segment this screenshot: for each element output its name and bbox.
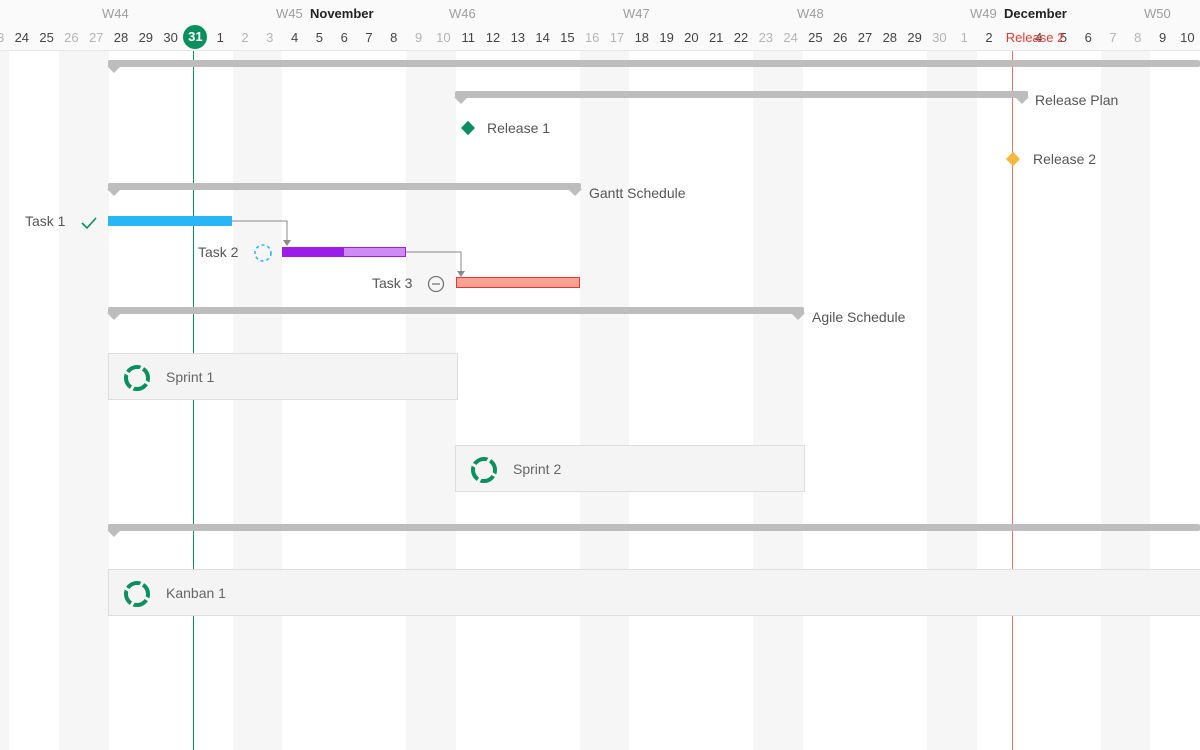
day-label: 30	[932, 30, 947, 45]
day-label: 4	[290, 30, 299, 45]
day-label: 2	[985, 30, 993, 45]
day-label: 8	[1134, 30, 1142, 45]
day-label: 11	[461, 30, 475, 45]
sprint-cycle-icon	[124, 581, 150, 607]
release-plan-bar[interactable]	[454, 91, 1029, 104]
day-label: 28	[113, 30, 129, 45]
day-label: 23	[0, 30, 5, 45]
sprint-1-card[interactable]: Sprint 1	[108, 353, 458, 400]
weekend-band	[753, 51, 803, 750]
day-label: 19	[659, 30, 674, 45]
day-label: 3	[266, 30, 274, 45]
gantt-schedule-bar[interactable]	[107, 183, 582, 196]
sprint-1-label: Sprint 1	[166, 369, 215, 385]
day-label: 5	[315, 30, 323, 45]
day-label: 27	[88, 30, 104, 45]
timeline-header: W44 W45 November W46 W47 W48 W49 Decembe…	[0, 0, 1200, 51]
day-label: 9	[414, 30, 423, 45]
day-label: 15	[560, 30, 575, 45]
weekend-band	[59, 51, 109, 750]
weekend-band	[406, 51, 456, 750]
release-2-label: Release 2	[1033, 151, 1097, 167]
release-plan-label: Release Plan	[1035, 92, 1119, 108]
weekend-band	[927, 51, 977, 750]
day-label: 29	[138, 30, 154, 45]
day-label: 26	[64, 30, 79, 45]
agile-schedule-bar[interactable]	[107, 307, 805, 320]
kanban-group-bar[interactable]	[107, 524, 1200, 537]
day-label: 8	[390, 30, 398, 45]
day-label: 6	[1084, 30, 1092, 45]
day-label: 1	[960, 30, 968, 45]
today-badge[interactable]: 31	[183, 25, 208, 49]
day-label: 30	[163, 30, 178, 45]
month-label: November	[310, 6, 374, 21]
release-1-label: Release 1	[487, 120, 551, 136]
day-label: 27	[857, 30, 873, 45]
day-label: 2	[241, 30, 249, 45]
week-label: W50	[1144, 6, 1171, 21]
dashed-circle-icon	[254, 244, 272, 262]
day-label: 10	[436, 30, 451, 45]
task-1-bar[interactable]	[108, 216, 232, 226]
timeline-app: W44 W45 November W46 W47 W48 W49 Decembe…	[0, 0, 1200, 750]
day-label: 21	[708, 30, 724, 45]
day-label: 25	[808, 30, 823, 45]
day-label: 7	[1109, 30, 1117, 45]
week-label: W48	[797, 6, 824, 21]
day-label: 24	[14, 30, 30, 45]
kanban-1-label: Kanban 1	[166, 585, 226, 601]
weekend-band	[232, 51, 283, 750]
day-label: 24	[783, 30, 798, 45]
weekend-band	[0, 51, 10, 750]
day-label: 29	[907, 30, 922, 45]
day-label: 20	[684, 30, 699, 45]
task-2-bar[interactable]	[282, 247, 406, 257]
release-marker-label[interactable]: Release 2	[1006, 30, 1065, 45]
day-label: 10	[1180, 30, 1195, 45]
day-label: 26	[832, 30, 848, 45]
day-label: 9	[1158, 30, 1167, 45]
kanban-1-card[interactable]: Kanban 1	[108, 569, 1200, 616]
day-label: 22	[733, 30, 749, 45]
sprint-cycle-icon	[124, 365, 150, 391]
day-label: 23	[758, 30, 774, 45]
day-label: 13	[510, 30, 526, 45]
weekend-band	[579, 51, 630, 750]
month-label: December	[1004, 6, 1067, 21]
sprint-2-card[interactable]: Sprint 2	[455, 445, 805, 492]
day-label: 17	[609, 30, 625, 45]
project-group-bar[interactable]	[107, 60, 1200, 73]
day-label: 12	[485, 30, 501, 45]
task-2-progress	[283, 248, 344, 256]
timeline-body: Release Plan Release 1 Release 2 Gantt S…	[0, 51, 1200, 750]
day-label: 7	[365, 30, 373, 45]
gantt-schedule-label: Gantt Schedule	[589, 185, 686, 201]
sprint-cycle-icon	[471, 457, 497, 483]
weekend-band	[1100, 51, 1151, 750]
week-label: W49	[970, 6, 997, 21]
release-1-milestone[interactable]	[460, 120, 476, 136]
release-2-milestone[interactable]	[1005, 151, 1021, 167]
task-1-label: Task 1	[25, 213, 66, 229]
today-line	[193, 51, 194, 750]
day-label: 18	[634, 30, 650, 45]
week-label: W46	[449, 6, 476, 21]
day-label: 28	[882, 30, 898, 45]
sprint-2-label: Sprint 2	[513, 461, 562, 477]
day-label: 25	[39, 30, 54, 45]
check-icon	[81, 217, 97, 230]
day-label: 16	[584, 30, 600, 45]
day-label: 1	[216, 30, 224, 45]
task-3-label: Task 3	[372, 275, 413, 291]
task-3-bar[interactable]	[456, 277, 580, 288]
day-label: 14	[535, 30, 550, 45]
agile-schedule-label: Agile Schedule	[812, 309, 906, 325]
week-label: W44	[102, 6, 129, 21]
task-2-label: Task 2	[198, 244, 239, 260]
week-label: W45	[276, 6, 303, 21]
week-label: W47	[623, 6, 650, 21]
day-label: 6	[340, 30, 348, 45]
minus-circle-icon	[427, 275, 445, 293]
